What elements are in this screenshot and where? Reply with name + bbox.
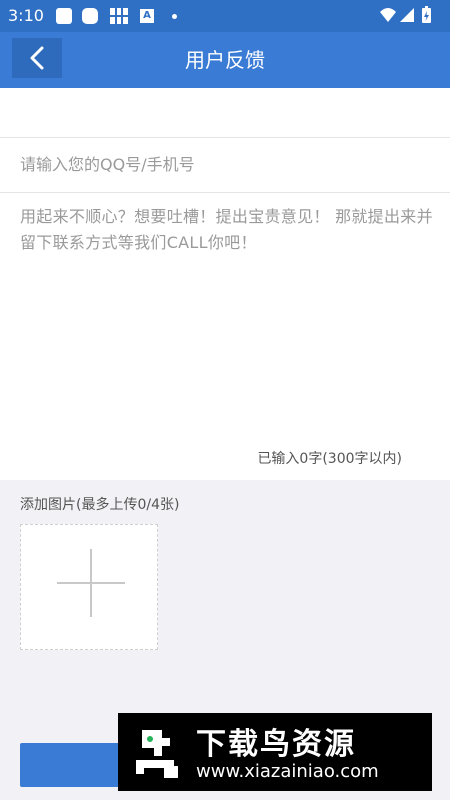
notification-icon	[56, 8, 72, 24]
form-top-row	[0, 88, 450, 138]
watermark-title: 下载鸟资源	[196, 727, 356, 762]
notification-icon	[82, 8, 98, 24]
add-image-button[interactable]	[20, 524, 158, 650]
contact-row: 请输入您的QQ号/手机号	[0, 138, 450, 193]
page-title: 用户反馈	[185, 48, 265, 72]
status-time: 3:10	[8, 6, 44, 25]
chevron-left-icon	[30, 46, 44, 70]
more-notifications-icon	[172, 14, 177, 19]
add-image-label: 添加图片(最多上传0/4张)	[20, 497, 180, 513]
back-button[interactable]	[12, 38, 62, 78]
status-icons	[378, 6, 442, 30]
app-bar: 用户反馈	[0, 32, 450, 88]
signal-icon	[400, 8, 414, 22]
feedback-textarea[interactable]: 用起来不顺心？想要吐槽！提出宝贵意见！ 那就提出来并留下联系方式等我们CALL你…	[20, 204, 434, 256]
character-counter: 已输入0字(300字以内)	[257, 451, 402, 467]
grid-notification-icon	[110, 8, 128, 24]
app-notification-icon: A	[140, 9, 154, 23]
contact-input[interactable]: 请输入您的QQ号/手机号	[20, 138, 430, 192]
wifi-icon	[380, 8, 396, 22]
plus-icon	[90, 549, 92, 617]
watermark-logo: 下载鸟资源 www.xiazainiao.com	[118, 713, 432, 791]
feedback-form: 请输入您的QQ号/手机号 用起来不顺心？想要吐槽！提出宝贵意见！ 那就提出来并留…	[0, 88, 450, 480]
status-bar: 3:10 A	[0, 0, 450, 32]
watermark-url: www.xiazainiao.com	[196, 761, 379, 782]
bird-logo-icon	[128, 723, 186, 781]
battery-icon	[422, 6, 431, 23]
